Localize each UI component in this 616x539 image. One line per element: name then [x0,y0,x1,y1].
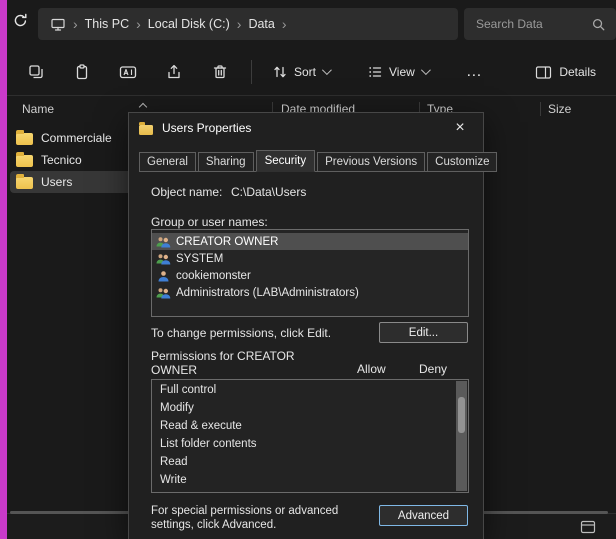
file-name: Tecnico [41,153,82,167]
permission-full-control[interactable]: Full control [160,384,468,402]
principal-system[interactable]: SYSTEM [152,250,468,267]
breadcrumb-this-pc[interactable]: This PC [85,17,129,31]
tab-customize[interactable]: Customize [427,152,497,172]
principal-cookiemonster[interactable]: cookiemonster [152,267,468,284]
permission-read-execute[interactable]: Read & execute [160,420,468,438]
close-icon[interactable]: × [445,116,475,140]
dialog-folder-icon [139,125,153,135]
permission-read[interactable]: Read [160,456,468,474]
group-icon [156,253,171,265]
address-bar[interactable]: › This PC › Local Disk (C:) › Data › [38,8,458,40]
more-icon: … [466,63,483,81]
principal-name: SYSTEM [176,253,223,265]
details-pane-button[interactable]: Details [525,54,606,90]
tab-security[interactable]: Security [256,150,316,172]
dialog-title: Users Properties [162,121,251,135]
file-name: Users [41,175,72,189]
sort-ascending-icon[interactable] [139,103,147,111]
copy-button[interactable] [13,54,59,90]
scrollbar-thumb[interactable] [458,397,465,433]
view-button[interactable]: View [355,54,440,90]
paste-icon [73,63,91,81]
breadcrumb-chevron[interactable]: › [73,17,78,31]
tab-general[interactable]: General [139,152,196,172]
chevron-down-icon [322,65,332,75]
users-properties-dialog: Users Properties × General Sharing Secur… [128,112,484,539]
column-separator[interactable] [540,102,541,116]
advanced-button[interactable]: Advanced [379,505,468,526]
file-name: Commerciale [41,131,112,145]
breadcrumb-data[interactable]: Data [248,17,274,31]
accent-strip [0,0,7,539]
breadcrumb-local-disk-c[interactable]: Local Disk (C:) [148,17,230,31]
user-icon [156,270,171,282]
details-pane-icon [535,65,552,80]
permissions-label: Permissions for CREATOR OWNER [151,349,323,377]
folder-icon [16,155,33,167]
breadcrumb-chevron[interactable]: › [282,17,287,31]
sort-button[interactable]: Sort [260,54,341,90]
refresh-icon [12,12,29,29]
edit-button[interactable]: Edit... [379,322,468,343]
group-list-label: Group or user names: [151,215,268,229]
paste-button[interactable] [59,54,105,90]
tab-sharing[interactable]: Sharing [198,152,254,172]
breadcrumb-chevron[interactable]: › [237,17,242,31]
share-icon [165,63,183,81]
permission-list-folder-contents[interactable]: List folder contents [160,438,468,456]
allow-column-label: Allow [357,362,386,376]
chevron-down-icon [421,65,431,75]
principal-name: CREATOR OWNER [176,236,278,248]
sort-label: Sort [294,65,316,79]
folder-icon [16,133,33,145]
view-icon [367,64,383,80]
permission-write[interactable]: Write [160,474,468,492]
delete-icon [211,63,229,81]
more-options-button[interactable]: … [456,54,493,90]
permission-modify[interactable]: Modify [160,402,468,420]
permissions-list: Full control Modify Read & execute List … [151,379,469,493]
permissions-scrollbar[interactable] [456,381,467,491]
tab-previous-versions[interactable]: Previous Versions [317,152,425,172]
column-name[interactable]: Name [22,102,54,116]
principal-administrators[interactable]: Administrators (LAB\Administrators) [152,284,468,301]
group-icon [156,236,171,248]
rename-button[interactable] [105,54,151,90]
toolbar-separator [251,60,252,84]
principal-name: cookiemonster [176,270,251,282]
principal-creator-owner[interactable]: CREATOR OWNER [152,233,468,250]
search-input[interactable] [476,17,591,31]
delete-button[interactable] [197,54,243,90]
edit-hint: To change permissions, click Edit. [151,326,331,340]
advanced-hint: For special permissions or advanced sett… [151,504,369,532]
sort-icon [272,64,288,80]
status-view-icon[interactable] [580,520,596,534]
deny-column-label: Deny [419,362,447,376]
this-pc-icon [50,17,66,32]
rename-icon [118,63,138,81]
folder-icon [16,177,33,189]
details-label: Details [559,65,596,79]
column-size[interactable]: Size [548,102,571,116]
object-name-label: Object name: [151,185,222,199]
refresh-button[interactable] [9,9,31,31]
object-name-value: C:\Data\Users [231,185,306,199]
principal-name: Administrators (LAB\Administrators) [176,287,359,299]
breadcrumb-chevron[interactable]: › [136,17,141,31]
view-label: View [389,65,415,79]
dialog-tabs: General Sharing Security Previous Versio… [139,149,475,172]
copy-icon [27,63,45,81]
group-icon [156,287,171,299]
search-box[interactable] [464,8,616,40]
search-icon[interactable] [591,17,606,32]
dialog-titlebar[interactable]: Users Properties × [129,113,483,143]
share-button[interactable] [151,54,197,90]
group-user-list: CREATOR OWNER SYSTEM cookiemonster [151,229,469,317]
